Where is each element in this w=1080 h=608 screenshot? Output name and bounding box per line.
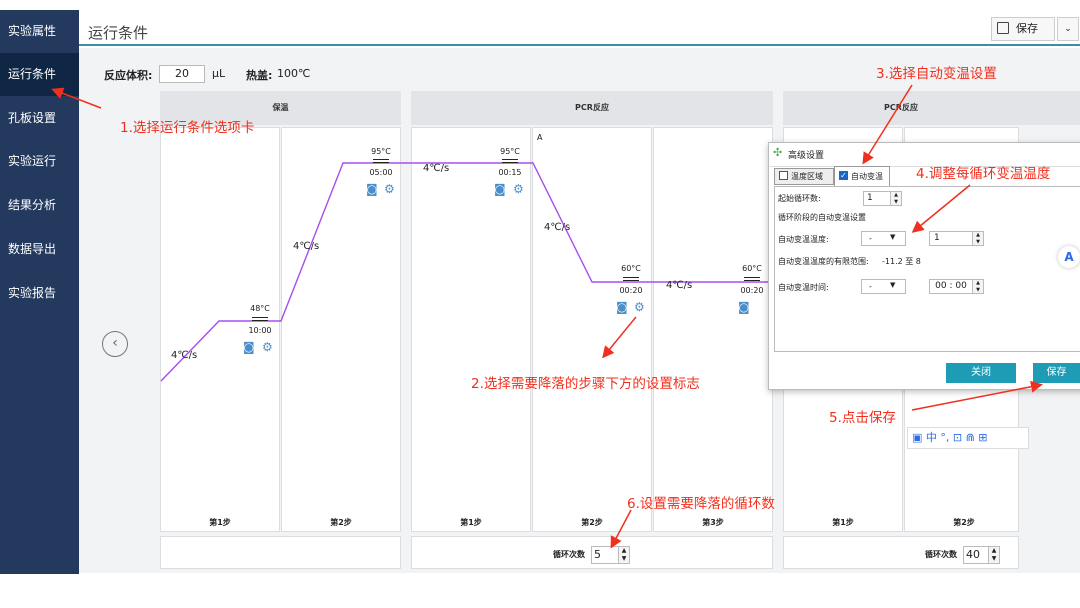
ramp-rate: 4℃/s xyxy=(293,241,320,252)
range-value: -11.2 至 8 xyxy=(882,257,921,266)
auto-temp-sign: - xyxy=(869,234,872,243)
start-cycle-label: 起始循环数: xyxy=(778,194,821,203)
settings-gear-icon[interactable]: ⚙ xyxy=(262,340,273,354)
annotation-step4: 4.调整每循环变温温度 xyxy=(916,166,1051,182)
step-temp[interactable]: 60°C xyxy=(732,264,772,273)
ime-toolbar[interactable]: ▣ 中 °, ⊡ ⋒ ⊞ xyxy=(907,427,1029,449)
start-cycle-input[interactable]: 1 xyxy=(863,191,891,206)
camera-icon[interactable]: ◙ xyxy=(243,340,255,354)
auto-time-input[interactable]: 00 : 00 xyxy=(929,279,973,294)
ramp-rate: 4℃/s xyxy=(423,163,450,174)
settings-gear-icon[interactable]: ⚙ xyxy=(513,182,524,196)
tab-temperature-zone-label: 温度区域 xyxy=(791,172,823,181)
step-time[interactable]: 05:00 xyxy=(361,168,401,177)
ramp-rate: 4℃/s xyxy=(171,350,198,361)
annotation-step6: 6.设置需要降落的循环数 xyxy=(627,496,775,512)
settings-gear-icon[interactable]: ⚙ xyxy=(634,300,645,314)
step-time[interactable]: 10:00 xyxy=(240,326,280,335)
step-temp[interactable]: 95°C xyxy=(361,147,401,156)
auto-time-label: 自动变温时间: xyxy=(778,283,829,292)
auto-time-sign: - xyxy=(869,282,872,291)
annotation-step3: 3.选择自动变温设置 xyxy=(876,66,997,82)
dialog-title: 高级设置 xyxy=(788,151,825,161)
auto-temp-label: 自动变温温度: xyxy=(778,235,829,244)
auto-time-sign-select[interactable] xyxy=(861,279,906,294)
marker-label: A xyxy=(537,133,543,142)
hold-bar-icon xyxy=(373,159,389,163)
hold-bar-icon xyxy=(744,277,760,281)
hold-bar-icon xyxy=(502,159,518,163)
ime-tools: 中 °, ⊡ ⋒ ⊞ xyxy=(925,431,988,444)
step-time[interactable]: 00:20 xyxy=(611,286,651,295)
section-label: 循环阶段的自动变温设置 xyxy=(778,213,866,222)
camera-icon[interactable]: ◙ xyxy=(616,300,628,314)
settings-gear-icon[interactable]: ⚙ xyxy=(384,182,395,196)
assistant-icon[interactable]: A xyxy=(1058,246,1080,268)
ramp-rate: 4℃/s xyxy=(544,222,571,233)
step-temp[interactable]: 60°C xyxy=(611,264,651,273)
hold-bar-icon xyxy=(252,317,268,321)
dialog-panel xyxy=(774,186,1080,352)
camera-icon[interactable]: ◙ xyxy=(738,300,750,314)
close-button[interactable]: 关闭 xyxy=(946,363,1016,383)
annotation-step1: 1.选择运行条件选项卡 xyxy=(120,120,255,136)
checkbox-checked-icon[interactable]: ✓ xyxy=(839,171,848,180)
range-label: 自动变温温度的有限范围: xyxy=(778,257,869,266)
chevron-down-icon: ▼ xyxy=(890,233,896,241)
auto-temp-spinner[interactable]: ▲ ▼ xyxy=(972,231,984,246)
camera-icon[interactable]: ◙ xyxy=(366,182,378,196)
auto-temp-input[interactable]: 1 xyxy=(929,231,973,246)
step-temp[interactable]: 48°C xyxy=(240,304,280,313)
step-time[interactable]: 00:20 xyxy=(732,286,772,295)
annotation-step2: 2.选择需要降落的步骤下方的设置标志 xyxy=(471,376,700,392)
app-icon: ✣ xyxy=(773,146,783,159)
dialog-save-button[interactable]: 保存 xyxy=(1033,363,1080,383)
checkbox-unchecked[interactable] xyxy=(779,171,788,180)
chevron-down-icon: ▼ xyxy=(890,281,896,289)
ime-logo-icon: ▣ xyxy=(912,431,926,444)
ramp-rate: 4℃/s xyxy=(666,280,693,291)
annotation-step5: 5.点击保存 xyxy=(829,410,896,426)
step-temp[interactable]: 95°C xyxy=(490,147,530,156)
start-cycle-spinner[interactable]: ▲ ▼ xyxy=(890,191,902,206)
auto-time-spinner[interactable]: ▲ ▼ xyxy=(972,279,984,294)
camera-icon[interactable]: ◙ xyxy=(494,182,506,196)
tab-auto-ramp-label: 自动变温 xyxy=(851,172,883,181)
hold-bar-icon xyxy=(623,277,639,281)
step-time[interactable]: 00:15 xyxy=(490,168,530,177)
auto-temp-sign-select[interactable] xyxy=(861,231,906,246)
